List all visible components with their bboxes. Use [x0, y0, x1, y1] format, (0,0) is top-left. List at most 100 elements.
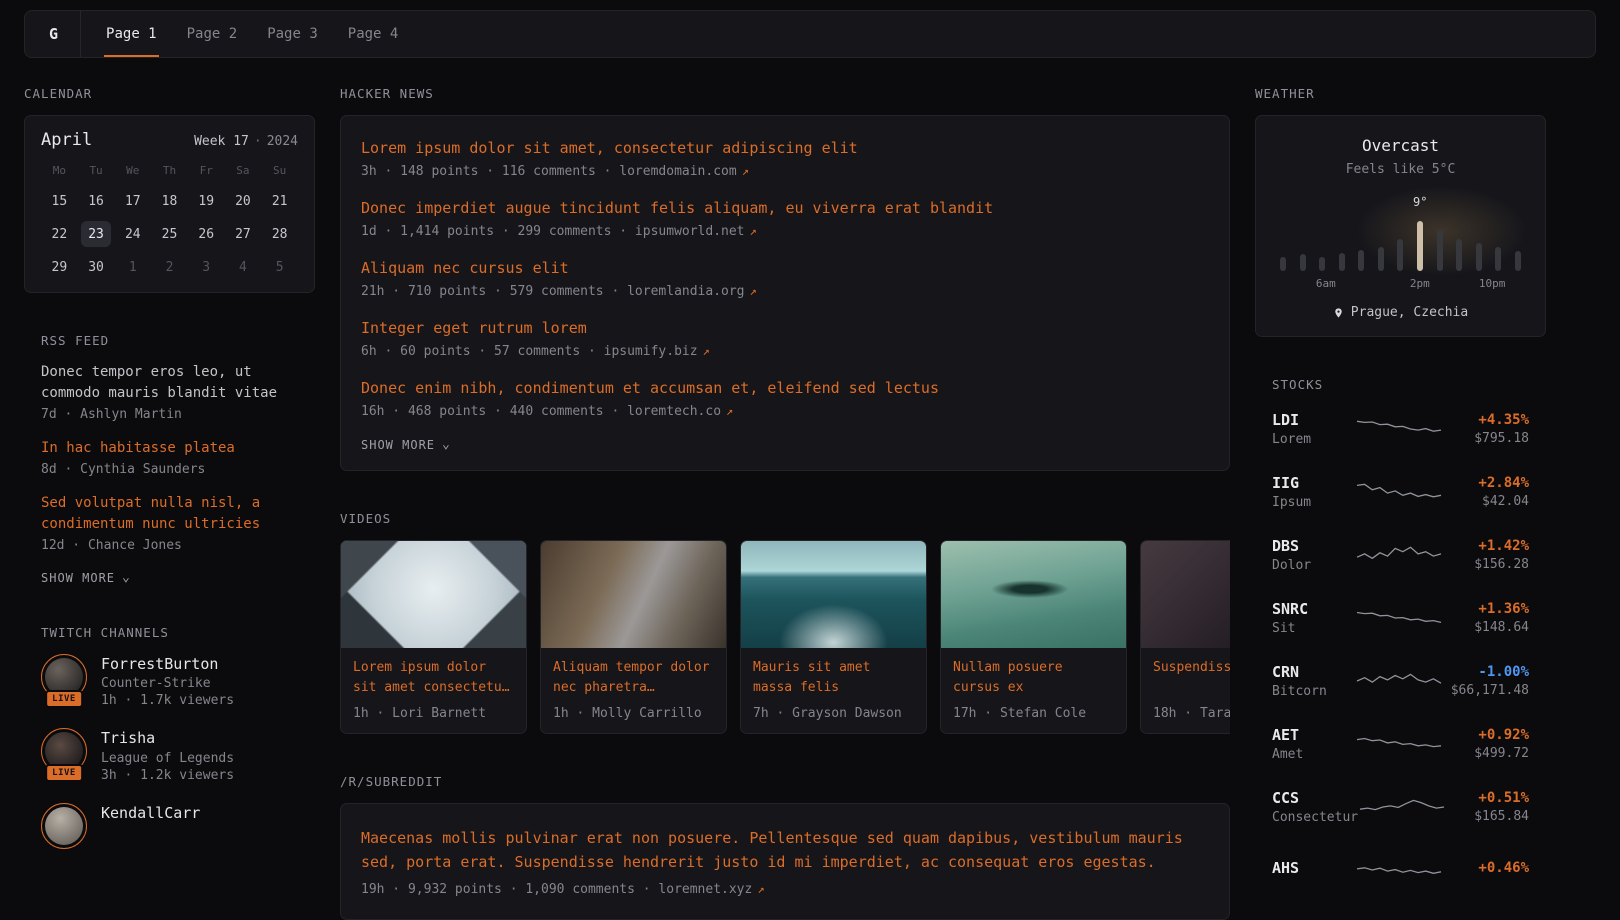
tab-page-1[interactable]: Page 1	[91, 11, 172, 57]
hn-story-title[interactable]: Lorem ipsum dolor sit amet, consectetur …	[361, 139, 858, 157]
video-meta: 1h · Lori Barnett	[353, 706, 514, 721]
weather-bars	[1280, 201, 1521, 271]
hn-story: Integer eget rutrum lorem 6h · 60 points…	[361, 318, 1209, 359]
twitch-channels-widget: TWITCH CHANNELS LIVE ForrestBurton Count…	[24, 625, 315, 849]
stock-symbol: AHS	[1272, 859, 1355, 877]
calendar-day: 18	[154, 188, 184, 214]
hn-story-title[interactable]: Donec enim nibh, condimentum et accumsan…	[361, 379, 939, 397]
live-badge: LIVE	[45, 690, 83, 708]
tab-page-2[interactable]: Page 2	[172, 11, 253, 57]
stock-row[interactable]: CRN Bitcorn -1.00% $66,171.48	[1272, 658, 1529, 703]
twitch-channel-name: KendallCarr	[101, 803, 200, 823]
weather-bar	[1397, 239, 1403, 271]
rss-item: Donec tempor eros leo, ut commodo mauris…	[41, 362, 298, 422]
hn-story: Donec enim nibh, condimentum et accumsan…	[361, 378, 1209, 419]
stock-values: +1.42% $156.28	[1443, 538, 1529, 572]
stock-id: CCS Consectetur	[1272, 789, 1358, 825]
stock-change: +0.46%	[1443, 860, 1529, 876]
video-body: Mauris sit amet massa felis 7h · Grayson…	[741, 648, 926, 733]
subreddit-post-title[interactable]: Maecenas mollis pulvinar erat non posuer…	[361, 829, 1183, 871]
calendar-day-selected: 23	[81, 221, 111, 247]
stock-values: +0.51% $165.84	[1446, 790, 1529, 824]
stock-row[interactable]: SNRC Sit +1.36% $148.64	[1272, 595, 1529, 640]
weather-bar	[1476, 243, 1482, 271]
weather-widget-title: WEATHER	[1255, 86, 1546, 101]
weather-condition: Overcast	[1272, 136, 1529, 155]
hacker-news-card: Lorem ipsum dolor sit amet, consectetur …	[340, 115, 1230, 471]
twitch-channel-row[interactable]: LIVE ForrestBurton Counter-Strike 1h · 1…	[41, 654, 298, 708]
rss-item-title[interactable]: Donec tempor eros leo, ut commodo mauris…	[41, 364, 277, 401]
hn-show-more-button[interactable]: SHOW MORE ⌄	[361, 438, 1209, 452]
weather-bar	[1319, 257, 1325, 271]
hn-meta-text: 3h · 148 points · 116 comments · loremdo…	[361, 164, 737, 179]
calendar-day-header: Tu	[78, 164, 115, 181]
calendar-header: April Week 17·2024	[41, 130, 298, 150]
calendar-day: 15	[44, 188, 74, 214]
stock-row[interactable]: CCS Consectetur +0.51% $165.84	[1272, 784, 1529, 829]
tab-page-3[interactable]: Page 3	[252, 11, 333, 57]
calendar-day: 4	[228, 254, 258, 280]
hn-story-title[interactable]: Integer eget rutrum lorem	[361, 319, 587, 337]
calendar-day-header: We	[114, 164, 151, 181]
video-meta: 17h · Stefan Cole	[953, 706, 1114, 721]
video-card[interactable]: Suspendisse diam 18h · Tara	[1140, 540, 1230, 734]
stock-row[interactable]: AET Amet +0.92% $499.72	[1272, 721, 1529, 766]
video-card[interactable]: Lorem ipsum dolor sit amet consectetu… 1…	[340, 540, 527, 734]
twitch-channel-game: Counter-Strike	[101, 676, 234, 691]
rss-item-title[interactable]: Sed volutpat nulla nisl, a condimentum n…	[41, 495, 260, 532]
stock-symbol: IIG	[1272, 474, 1355, 492]
hn-story-title[interactable]: Donec imperdiet augue tincidunt felis al…	[361, 199, 993, 217]
video-card[interactable]: Nullam posuere cursus ex 17h · Stefan Co…	[940, 540, 1127, 734]
video-thumbnail	[741, 541, 926, 648]
video-title: Aliquam tempor dolor nec pharetra…	[553, 658, 714, 698]
rss-item-meta: 8d · Cynthia Saunders	[41, 462, 298, 477]
calendar-year: 2024	[267, 134, 298, 149]
rss-widget-title: RSS FEED	[41, 333, 298, 348]
weather-bar	[1515, 251, 1521, 271]
stock-name: Sit	[1272, 621, 1355, 636]
calendar-widget-title: CALENDAR	[24, 86, 315, 101]
stock-row[interactable]: AHS +0.46%	[1272, 847, 1529, 892]
external-link-icon: ↗	[726, 404, 733, 418]
videos-widget: VIDEOS Lorem ipsum dolor sit amet consec…	[340, 511, 1230, 734]
hn-story: Donec imperdiet augue tincidunt felis al…	[361, 198, 1209, 239]
hn-meta-text: 6h · 60 points · 57 comments · ipsumify.…	[361, 344, 698, 359]
rss-feed-widget: RSS FEED Donec tempor eros leo, ut commo…	[24, 333, 315, 585]
rss-item-title[interactable]: In hac habitasse platea	[41, 440, 235, 456]
video-thumbnail	[541, 541, 726, 648]
weather-bar	[1437, 230, 1443, 271]
stock-values: -1.00% $66,171.48	[1443, 664, 1529, 698]
hn-story-title[interactable]: Aliquam nec cursus elit	[361, 259, 569, 277]
stock-row[interactable]: LDI Lorem +4.35% $795.18	[1272, 406, 1529, 451]
stock-price: $42.04	[1443, 494, 1529, 509]
calendar-day: 2	[154, 254, 184, 280]
stock-id: LDI Lorem	[1272, 411, 1355, 447]
live-badge: LIVE	[45, 764, 83, 782]
weather-bar	[1495, 247, 1501, 271]
video-thumbnail	[1141, 541, 1230, 648]
twitch-channel-row[interactable]: LIVE Trisha League of Legends 3h · 1.2k …	[41, 728, 298, 782]
stock-change: +2.84%	[1443, 475, 1529, 491]
video-card[interactable]: Aliquam tempor dolor nec pharetra… 1h · …	[540, 540, 727, 734]
location-pin-icon	[1333, 306, 1344, 320]
stock-name: Consectetur	[1272, 810, 1358, 825]
stock-symbol: LDI	[1272, 411, 1355, 429]
stock-price: $156.28	[1443, 557, 1529, 572]
subreddit-widget-title: /R/SUBREDDIT	[340, 774, 1230, 789]
rss-show-more-button[interactable]: SHOW MORE ⌄	[41, 571, 298, 585]
calendar-day: 21	[265, 188, 295, 214]
weather-feels-like: Feels like 5°C	[1272, 162, 1529, 177]
avatar	[45, 807, 83, 845]
stock-row[interactable]: IIG Ipsum +2.84% $42.04	[1272, 469, 1529, 514]
stock-price: $66,171.48	[1443, 683, 1529, 698]
app-logo[interactable]: G	[41, 11, 81, 57]
tab-page-4[interactable]: Page 4	[333, 11, 414, 57]
calendar-day: 5	[265, 254, 295, 280]
video-card[interactable]: Mauris sit amet massa felis 7h · Grayson…	[740, 540, 927, 734]
calendar-day-header: Fr	[188, 164, 225, 181]
twitch-channel-info: Trisha League of Legends 3h · 1.2k viewe…	[101, 728, 234, 782]
hn-story: Lorem ipsum dolor sit amet, consectetur …	[361, 138, 1209, 179]
weather-bar	[1417, 221, 1423, 271]
stock-row[interactable]: DBS Dolor +1.42% $156.28	[1272, 532, 1529, 577]
twitch-channel-row[interactable]: KendallCarr	[41, 803, 298, 849]
